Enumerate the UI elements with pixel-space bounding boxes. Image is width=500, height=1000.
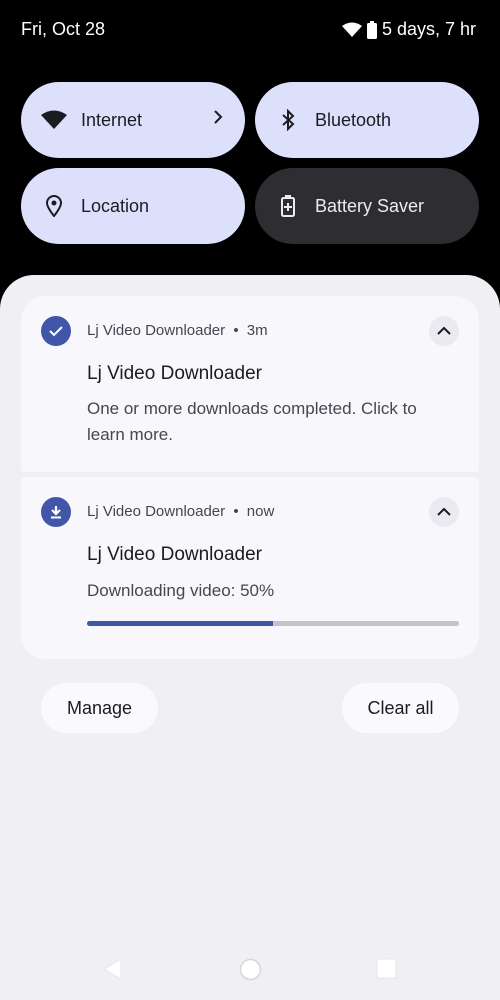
collapse-button[interactable]	[429, 497, 459, 527]
chevron-right-icon[interactable]	[213, 109, 223, 125]
collapse-button[interactable]	[429, 316, 459, 346]
app-name: Lj Video Downloader	[87, 322, 226, 339]
battery-text: 5 days, 7 hr	[381, 19, 476, 39]
notification-header: Lj Video Downloader • 3m	[87, 322, 268, 339]
notification-body: Downloading video: 50%	[87, 581, 275, 600]
check-icon	[41, 316, 71, 346]
progress-fill	[87, 621, 273, 626]
notification-time: 3m	[246, 322, 268, 339]
wifi-icon	[341, 22, 362, 37]
status-bar: Fri, Oct 28 5 days, 7 hr	[0, 0, 500, 60]
notification-title: Lj Video Downloader	[87, 363, 262, 384]
chevron-up-icon	[437, 507, 451, 516]
clear-all-button[interactable]: Clear all	[342, 683, 459, 733]
manage-button[interactable]: Manage	[41, 683, 158, 733]
location-icon	[41, 193, 67, 219]
notification-header: Lj Video Downloader • now	[87, 503, 274, 520]
separator: •	[233, 503, 239, 520]
status-date: Fri, Oct 28	[21, 19, 106, 39]
back-button[interactable]	[103, 958, 123, 980]
notification-time: now	[246, 503, 275, 520]
tile-battery-saver[interactable]: Battery Saver	[255, 168, 479, 244]
battery-saver-icon	[275, 193, 301, 219]
app-name: Lj Video Downloader	[87, 503, 226, 520]
tile-label: Location	[81, 195, 150, 216]
wifi-icon	[41, 107, 67, 133]
download-progress-bar	[87, 621, 459, 626]
download-icon	[41, 497, 71, 527]
separator: •	[233, 322, 239, 339]
bluetooth-icon	[275, 107, 301, 133]
notification-card[interactable]: Lj Video Downloader • 3m Lj Video Downlo…	[21, 296, 479, 472]
notification-title: Lj Video Downloader	[87, 544, 262, 565]
tile-label: Bluetooth	[315, 109, 392, 130]
tile-internet[interactable]: Internet	[21, 82, 245, 158]
recents-button[interactable]	[376, 958, 397, 979]
tile-location[interactable]: Location	[21, 168, 245, 244]
tile-label: Internet	[81, 109, 143, 130]
home-button[interactable]	[239, 958, 262, 981]
notification-card[interactable]: Lj Video Downloader • now Lj Video Downl…	[21, 477, 479, 659]
chevron-up-icon	[437, 326, 451, 335]
notification-body: One or more downloads completed. Click t…	[87, 399, 417, 444]
tile-bluetooth[interactable]: Bluetooth	[255, 82, 479, 158]
tile-label: Battery Saver	[315, 195, 425, 216]
battery-icon	[366, 20, 377, 39]
